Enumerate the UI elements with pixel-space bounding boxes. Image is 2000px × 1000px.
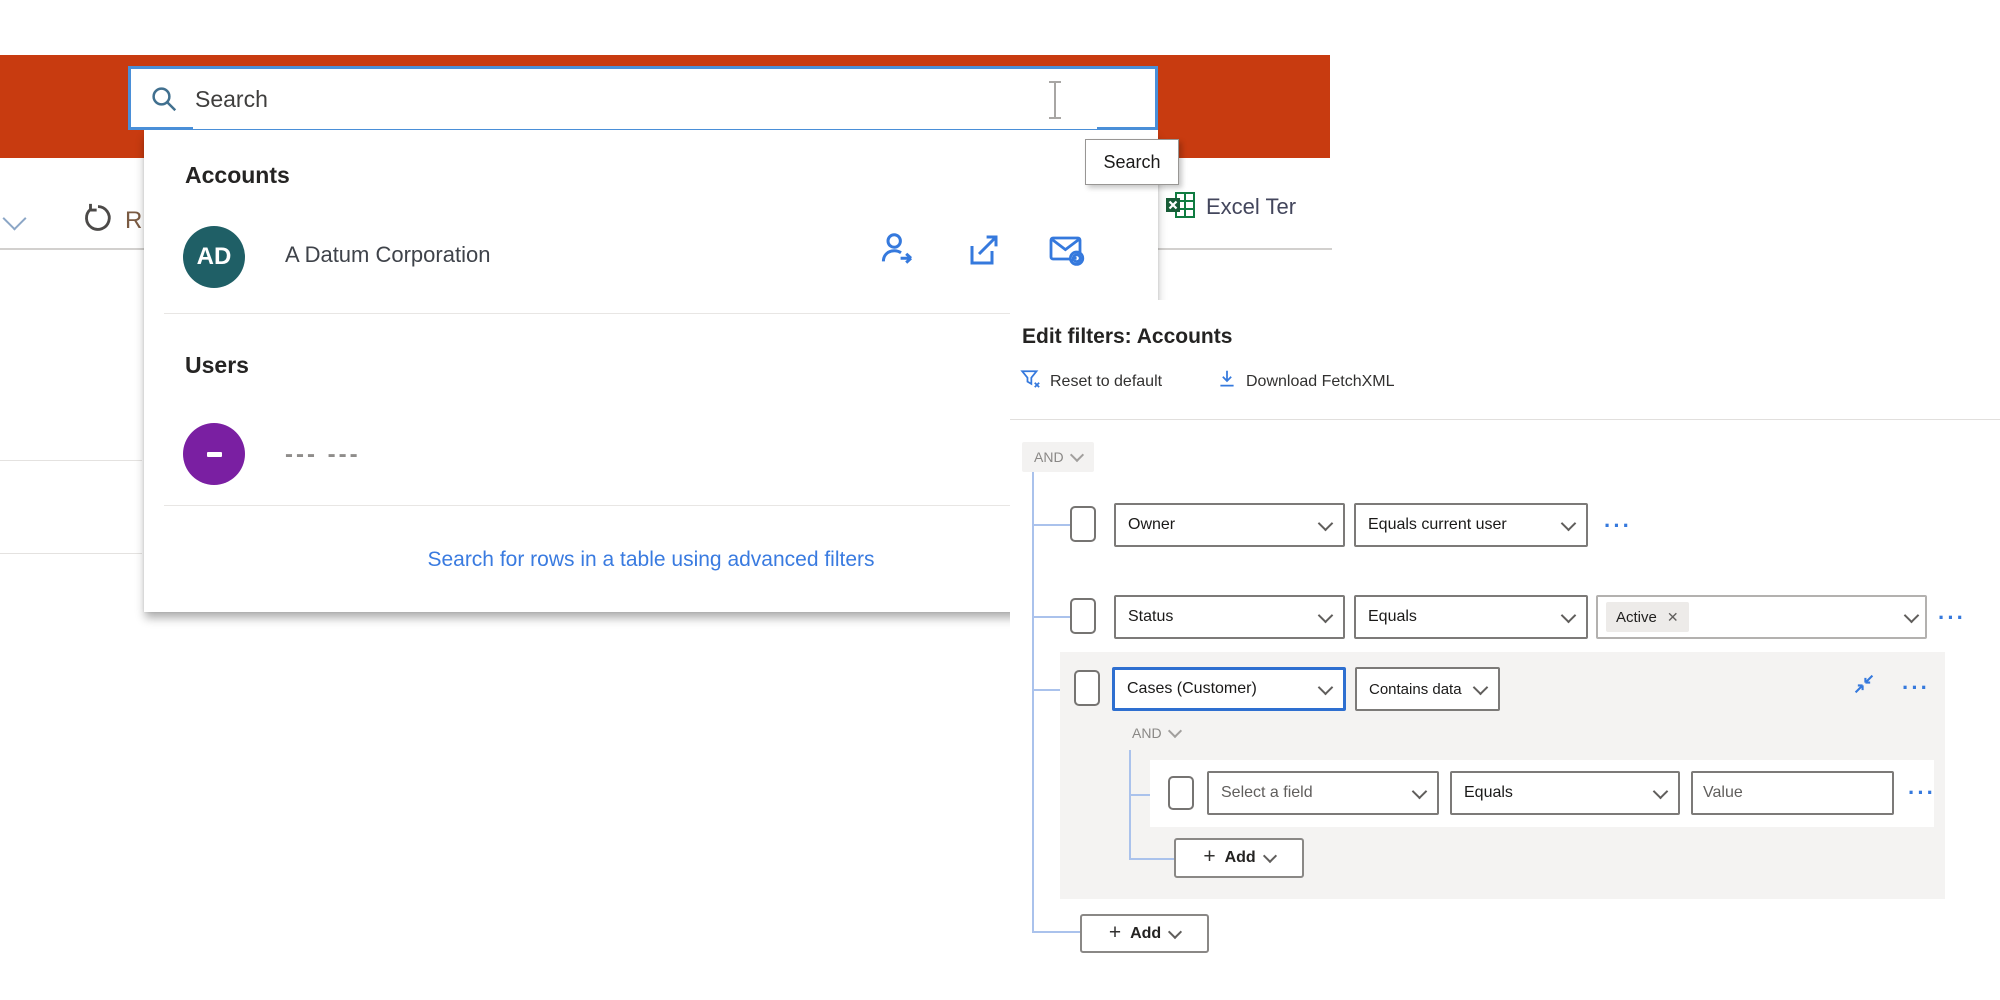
chevron-down-icon xyxy=(1561,515,1577,531)
chevron-down-icon xyxy=(1318,607,1334,623)
chevron-down-icon xyxy=(1318,679,1334,695)
field-dropdown[interactable]: Status xyxy=(1114,595,1345,639)
chevron-down-icon xyxy=(1167,724,1181,738)
assign-person-icon xyxy=(877,229,917,274)
remove-tag-icon[interactable]: ✕ xyxy=(1667,609,1679,626)
row-more-commands-button[interactable]: ··· xyxy=(1908,782,1936,804)
value-input[interactable] xyxy=(1691,771,1894,815)
refresh-icon xyxy=(80,200,116,241)
search-tooltip: Search xyxy=(1085,139,1179,185)
refresh-button[interactable]: R xyxy=(80,200,142,241)
filter-panel-title: Edit filters: Accounts xyxy=(1022,325,1232,349)
grid-row-line xyxy=(0,460,142,461)
add-condition-button[interactable]: + Add xyxy=(1174,838,1304,878)
filter-reset-icon xyxy=(1020,368,1042,395)
tree-connector xyxy=(1032,931,1080,933)
tree-connector xyxy=(1032,689,1060,691)
chevron-down-icon xyxy=(1653,783,1669,799)
excel-templates-label: Excel Ter xyxy=(1206,194,1296,220)
chevron-down-icon[interactable] xyxy=(2,206,26,230)
row-more-commands-button[interactable]: ··· xyxy=(1938,607,1966,629)
add-condition-button[interactable]: + Add xyxy=(1080,914,1209,953)
row-more-commands-button[interactable]: ··· xyxy=(1902,677,1930,699)
search-input[interactable] xyxy=(193,69,1097,129)
operator-dropdown[interactable]: Equals xyxy=(1450,771,1680,815)
reset-to-default-label: Reset to default xyxy=(1050,373,1162,391)
row-checkbox[interactable] xyxy=(1070,598,1096,634)
chevron-down-icon xyxy=(1318,515,1334,531)
email-link-button[interactable] xyxy=(1046,230,1088,272)
panel-divider xyxy=(1010,419,2000,420)
advanced-filters-link[interactable]: Search for rows in a table using advance… xyxy=(144,548,1158,572)
field-dropdown[interactable]: Select a field xyxy=(1207,771,1439,815)
filter-panel: Edit filters: Accounts Reset to default … xyxy=(1010,300,2000,1000)
chevron-down-icon xyxy=(1168,924,1182,938)
collapse-group-button[interactable] xyxy=(1850,670,1878,703)
search-icon xyxy=(149,84,179,119)
row-more-commands-button[interactable]: ··· xyxy=(1604,515,1632,537)
download-icon xyxy=(1216,368,1238,395)
field-dropdown-focused[interactable]: Cases (Customer) xyxy=(1112,667,1346,711)
flyout-divider xyxy=(164,313,1140,314)
chevron-down-icon xyxy=(1069,448,1083,462)
search-box xyxy=(128,66,1158,130)
account-result-row[interactable]: AD A Datum Corporation xyxy=(144,222,1158,298)
chevron-down-icon xyxy=(1263,849,1277,863)
dash-glyph xyxy=(207,452,222,457)
related-entity-group: Cases (Customer) Contains data ··· AND xyxy=(1060,652,1945,899)
plus-icon: + xyxy=(1203,845,1215,869)
grid-row-line xyxy=(0,553,142,554)
account-result-name: A Datum Corporation xyxy=(285,242,490,268)
row-checkbox[interactable] xyxy=(1070,506,1096,542)
operator-dropdown[interactable]: Contains data xyxy=(1355,667,1500,711)
tree-connector xyxy=(1129,750,1131,860)
collapse-icon xyxy=(1850,685,1878,702)
root-operator-dropdown[interactable]: AND xyxy=(1022,442,1094,472)
user-result-row[interactable]: --- --- xyxy=(144,419,1158,495)
nested-condition-row: Select a field Equals ··· xyxy=(1150,760,1934,827)
chevron-down-icon xyxy=(1473,679,1489,695)
group-operator-dropdown[interactable]: AND xyxy=(1126,718,1186,748)
share-button[interactable] xyxy=(962,230,1004,272)
excel-templates-button[interactable]: Excel Ter xyxy=(1164,188,1330,226)
chevron-down-icon xyxy=(1412,783,1428,799)
field-dropdown[interactable]: Owner xyxy=(1114,503,1345,547)
excel-icon xyxy=(1164,189,1196,226)
user-result-name: --- --- xyxy=(285,441,361,469)
email-link-icon xyxy=(1047,229,1087,274)
assign-button[interactable] xyxy=(876,230,918,272)
chevron-down-icon xyxy=(1561,607,1577,623)
row-checkbox[interactable] xyxy=(1074,670,1100,706)
tree-connector xyxy=(1129,858,1174,860)
refresh-label: R xyxy=(125,207,142,235)
value-combobox[interactable]: Active ✕ xyxy=(1596,595,1927,639)
download-fetchxml-button[interactable]: Download FetchXML xyxy=(1216,368,1395,395)
text-cursor xyxy=(1049,81,1061,119)
avatar xyxy=(183,423,245,485)
accounts-section-title: Accounts xyxy=(185,162,290,189)
chevron-down-icon xyxy=(1904,607,1920,623)
share-icon xyxy=(963,229,1003,274)
tree-connector xyxy=(1032,472,1034,933)
row-checkbox[interactable] xyxy=(1168,776,1194,810)
avatar: AD xyxy=(183,226,245,288)
screen: R Excel Ter Accounts AD A Datum Corporat… xyxy=(0,0,2000,1000)
users-section-title: Users xyxy=(185,352,249,379)
reset-to-default-button[interactable]: Reset to default xyxy=(1020,368,1162,395)
flyout-divider xyxy=(164,505,1140,506)
operator-dropdown[interactable]: Equals xyxy=(1354,595,1588,639)
value-tag: Active ✕ xyxy=(1606,602,1689,632)
operator-dropdown[interactable]: Equals current user xyxy=(1354,503,1588,547)
search-flyout: Accounts AD A Datum Corporation xyxy=(144,130,1158,612)
download-fetchxml-label: Download FetchXML xyxy=(1246,373,1395,391)
plus-icon: + xyxy=(1109,921,1121,945)
